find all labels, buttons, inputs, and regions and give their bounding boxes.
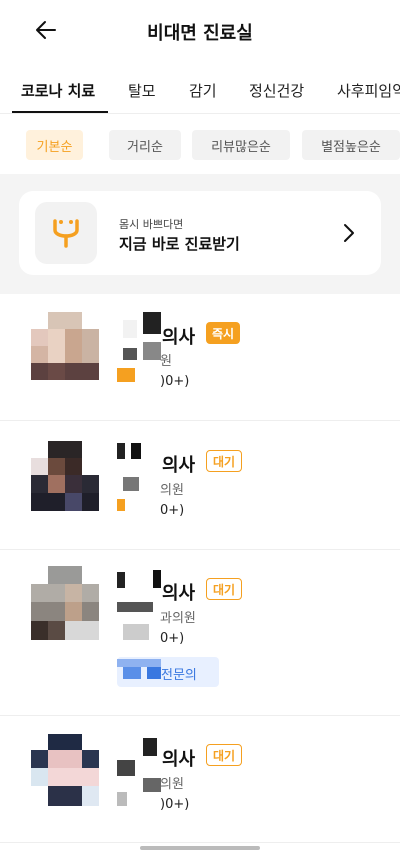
stethoscope-smile-icon — [35, 202, 97, 264]
status-badge: 대기 — [206, 578, 243, 600]
doctor-avatar — [31, 734, 99, 806]
doctor-name: 의사 — [162, 749, 196, 770]
hospital-name: 의원 — [160, 483, 184, 498]
chip-reviews[interactable]: 리뷰많은순 — [192, 130, 290, 160]
review-count: )0+) — [160, 374, 190, 389]
doctor-card[interactable]: 의사 대기 의원 0+) — [0, 421, 400, 549]
name-mask — [117, 738, 161, 810]
banner-subtitle: 몸시 바쁘다면 — [119, 218, 184, 231]
instant-consult-banner[interactable]: 몸시 바쁘다면 지금 바로 진료받기 — [19, 191, 381, 275]
tab-contraceptive[interactable]: 사후피임약 — [337, 80, 400, 101]
doctor-card[interactable]: 의사 대기 의원 )0+) — [0, 716, 400, 842]
category-tabs: 코로나 치료 탈모 감기 정신건강 사후피임약 — [0, 70, 400, 114]
doctor-card[interactable]: 의사 대기 과의원 0+) 전문의 — [0, 550, 400, 715]
doctor-card[interactable]: 의사 즉시 원 )0+) — [0, 294, 400, 420]
hospital-name: 과의원 — [160, 611, 196, 626]
home-indicator — [140, 846, 260, 850]
hospital-name: 원 — [160, 354, 172, 369]
doctor-avatar — [31, 566, 99, 640]
doctor-name: 의사 — [162, 583, 196, 604]
doctor-name: 의사 — [162, 455, 196, 476]
review-count: 0+) — [160, 631, 185, 646]
review-count: )0+) — [160, 797, 190, 812]
doctor-avatar — [31, 441, 99, 511]
tab-mental-health[interactable]: 정신건강 — [249, 80, 304, 101]
hospital-name: 의원 — [160, 777, 184, 792]
status-badge: 대기 — [206, 744, 243, 766]
doctor-avatar — [31, 312, 99, 380]
name-mask — [117, 570, 161, 644]
name-mask — [117, 312, 161, 384]
tab-cold[interactable]: 감기 — [189, 80, 217, 101]
page-title: 비대면 진료실 — [147, 23, 253, 44]
specialty-label: 전문의 — [161, 668, 197, 683]
banner-title: 지금 바로 진료받기 — [119, 235, 240, 253]
chip-default[interactable]: 기본순 — [26, 130, 83, 160]
tab-covid[interactable]: 코로나 치료 — [21, 80, 95, 101]
status-badge: 대기 — [206, 450, 243, 472]
tabs-divider — [0, 113, 400, 114]
chip-rating[interactable]: 별점높은순 — [302, 130, 400, 160]
tab-hair-loss[interactable]: 탈모 — [128, 80, 156, 101]
name-mask — [117, 441, 161, 513]
review-count: 0+) — [160, 503, 185, 518]
top-app-bar: 비대면 진료실 — [0, 0, 400, 62]
status-badge: 즉시 — [206, 322, 241, 344]
chevron-right-icon — [344, 224, 354, 242]
sort-chips: 기본순 거리순 리뷰많은순 별점높은순 — [0, 130, 400, 160]
list-divider — [0, 842, 400, 843]
specialty-tag: 전문의 — [117, 657, 219, 687]
doctor-name: 의사 — [162, 327, 196, 348]
chip-distance[interactable]: 거리순 — [109, 130, 181, 160]
